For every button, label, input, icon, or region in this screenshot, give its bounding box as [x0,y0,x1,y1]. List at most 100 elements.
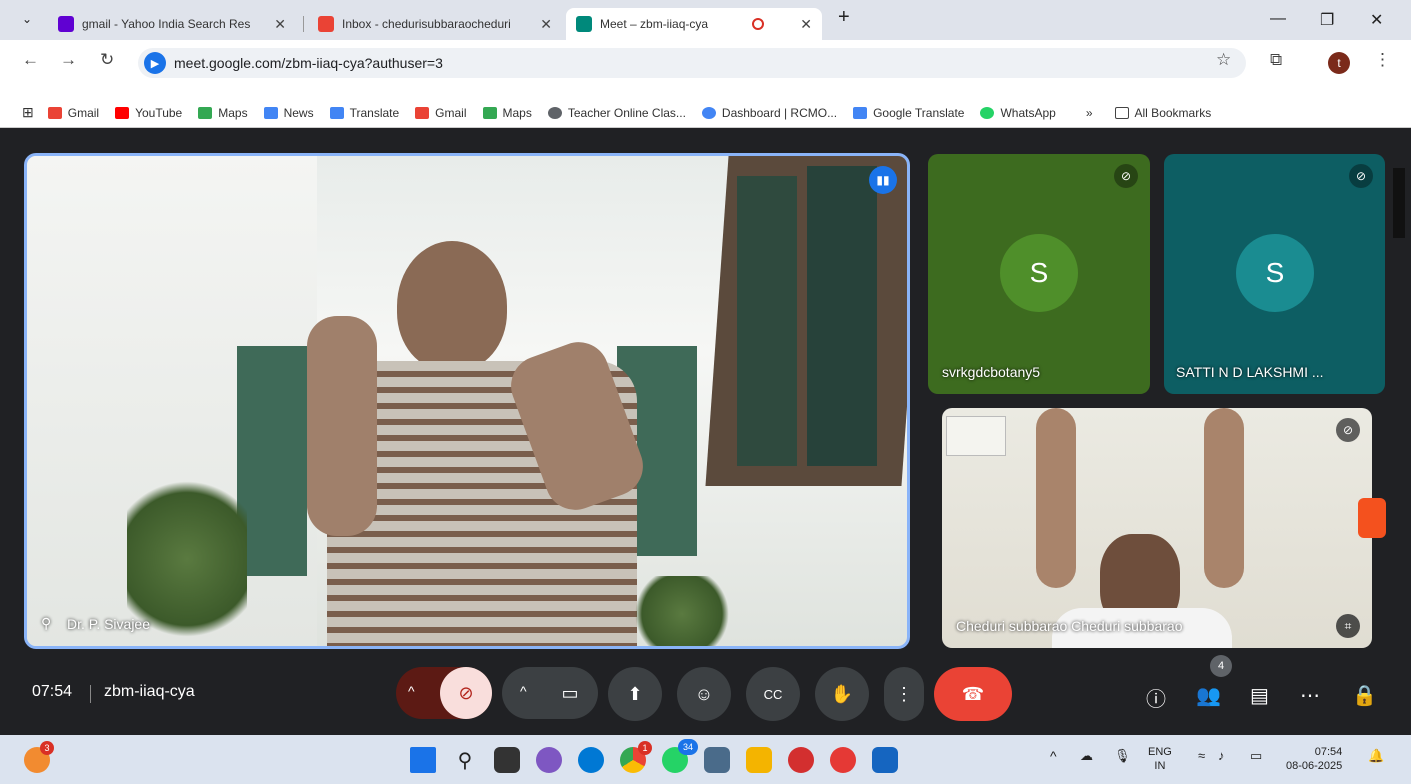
meet-icon [576,16,592,32]
back-icon[interactable]: ← [22,50,39,70]
bookmark[interactable]: Teacher Online Clas... [547,106,686,120]
language-indicator[interactable]: ENG IN [1148,745,1172,773]
more-options-icon[interactable]: ⋮ [884,667,924,721]
opera-icon[interactable] [788,747,814,773]
battery-icon[interactable]: ▭ [1250,749,1262,763]
edge-icon[interactable] [578,747,604,773]
people-count-badge: 4 [1210,655,1232,677]
host-controls-icon[interactable]: 🔒 [1352,683,1377,708]
participant-tile[interactable]: S ⊘ svrkgdcbotany5 [928,154,1150,394]
toolbar: ← → ↻ ▶ meet.google.com/zbm-iiaq-cya?aut… [0,40,1411,98]
clock[interactable]: 07:54 08-06-2025 [1286,745,1342,773]
bookmark-label: All Bookmarks [1134,105,1212,120]
reload-icon[interactable]: ↻ [100,50,114,70]
tab-gmail-inbox[interactable]: Inbox - chedurisubbaraocheduri ✕ [308,8,562,40]
url-text: meet.google.com/zbm-iiaq-cya?authuser=3 [174,55,443,71]
main-video-tile[interactable]: ▮▮ ⚲ Dr. P. Sivajee [24,153,910,649]
minimize-button[interactable]: — [1270,10,1286,28]
wps-icon[interactable] [830,747,856,773]
volume-icon[interactable]: ♪ [1218,749,1225,763]
bookmark-star-icon[interactable]: ☆ [1216,50,1231,70]
tab-meet[interactable]: Meet – zbm-iiaq-cya ✕ [566,8,822,40]
tab-yahoo[interactable]: gmail - Yahoo India Search Res ✕ [48,8,296,40]
camera-options-chevron-icon[interactable]: ^ [520,683,527,699]
apps-icon[interactable]: ⊞ [22,104,34,121]
store-icon[interactable] [872,747,898,773]
maps-icon [198,106,213,119]
maps-icon [482,106,497,119]
participant-name: Cheduri subbarao Cheduri subbarao [956,618,1183,634]
microphone-icon[interactable]: 🎙 [1114,749,1131,763]
notifications-icon[interactable]: 🔔 [1368,749,1384,763]
new-tab-button[interactable]: + [838,6,850,29]
show-hidden-icons-icon[interactable]: ^ [1050,749,1057,763]
file-explorer-icon[interactable] [746,747,772,773]
activities-icon[interactable]: ⋯ [1300,683,1320,708]
address-bar[interactable]: ▶ meet.google.com/zbm-iiaq-cya?authuser=… [138,48,1246,78]
recording-icon [752,18,765,30]
close-tab-icon[interactable]: ✕ [266,16,286,33]
frame-icon[interactable]: ⌗ [1336,614,1360,638]
bookmark[interactable]: Google Translate [853,106,964,120]
bookmarks-overflow-button[interactable]: » [1086,106,1093,120]
emoji-reactions-icon[interactable]: ☺ [677,667,731,721]
mic-options-chevron-icon[interactable]: ^ [408,683,415,699]
camera-icon[interactable]: ▭ [544,667,596,719]
pdf-extension-icon[interactable] [1358,498,1386,538]
bookmark-label: Maps [218,105,248,120]
bookmark[interactable]: YouTube [115,106,182,120]
present-screen-icon[interactable]: ⬆ [608,667,662,721]
screenrec-icon[interactable] [1393,168,1405,238]
participant-video-tile[interactable]: ⊘ ⌗ Cheduri subbarao Cheduri subbarao [942,408,1372,648]
yahoo-icon [58,16,74,32]
bookmark-label: Maps [502,105,532,120]
participant-tile[interactable]: S ⊘ SATTI N D LAKSHMI ... [1164,154,1385,394]
extensions-icon[interactable]: ⧉ [1270,50,1282,70]
meeting-controls: 07:54 zbm-iiaq-cya ^ ⊘ ^ ▭ ⬆ ☺ CC ✋ ⋮ ☎ … [0,655,1411,735]
meeting-info-icon[interactable]: ⓘ [1146,683,1166,712]
close-window-button[interactable]: ✕ [1370,10,1383,30]
wifi-icon[interactable]: ≈ [1198,749,1205,763]
bookmark[interactable]: Maps [198,105,248,120]
task-view-icon[interactable] [494,747,520,773]
bookmark[interactable]: News [263,105,314,120]
mic-off-icon: ⊘ [1114,164,1138,188]
search-icon[interactable]: ⚲ [452,747,478,773]
close-tab-icon[interactable]: ✕ [532,16,552,33]
captions-icon[interactable]: CC [746,667,800,721]
bookmark[interactable]: Maps [482,105,532,120]
bookmark[interactable]: WhatsApp [980,106,1056,120]
globe-icon [547,106,562,119]
profile-avatar[interactable]: t [1328,52,1350,74]
leave-call-icon[interactable]: ☎ [934,667,1012,721]
menu-icon[interactable]: ⋮ [1374,50,1391,70]
close-tab-icon[interactable]: ✕ [792,16,812,33]
whatsapp-badge: 34 [678,739,698,755]
bookmark-label: News [283,105,314,120]
bookmark[interactable]: Dashboard | RCMO... [701,106,837,120]
bookmark[interactable]: Gmail [415,106,467,120]
divider [90,685,91,703]
bookmarks-bar: ⊞ Gmail YouTube Maps News Translate Gmai… [0,98,1411,128]
folder-icon [1114,106,1129,119]
chat-icon[interactable]: ▤ [1250,683,1269,708]
pin-icon[interactable]: ⚲ [41,615,51,632]
all-bookmarks-button[interactable]: All Bookmarks [1114,105,1212,120]
forward-icon[interactable]: → [60,50,77,70]
raise-hand-icon[interactable]: ✋ [815,667,869,721]
mic-off-toggle-icon[interactable]: ⊘ [440,667,492,719]
tab-search-icon[interactable]: ⌄ [22,12,32,26]
meet-stage: ▮▮ ⚲ Dr. P. Sivajee S ⊘ svrkgdcbotany5 S… [0,128,1411,735]
people-icon[interactable]: 👥 [1196,683,1221,708]
copilot-icon[interactable] [536,747,562,773]
bookmark[interactable]: Gmail [47,106,99,120]
restore-button[interactable]: ❐ [1320,10,1334,30]
avatar: S [1000,234,1078,312]
network-status-icon[interactable]: ☁ [1080,749,1093,763]
bookmark[interactable]: Translate [329,106,399,120]
windows-start-icon[interactable] [410,747,436,773]
gmail-icon [415,106,430,119]
video-person-arm [1036,408,1076,588]
calculator-icon[interactable] [704,747,730,773]
site-info-icon[interactable]: ▶ [144,52,166,74]
